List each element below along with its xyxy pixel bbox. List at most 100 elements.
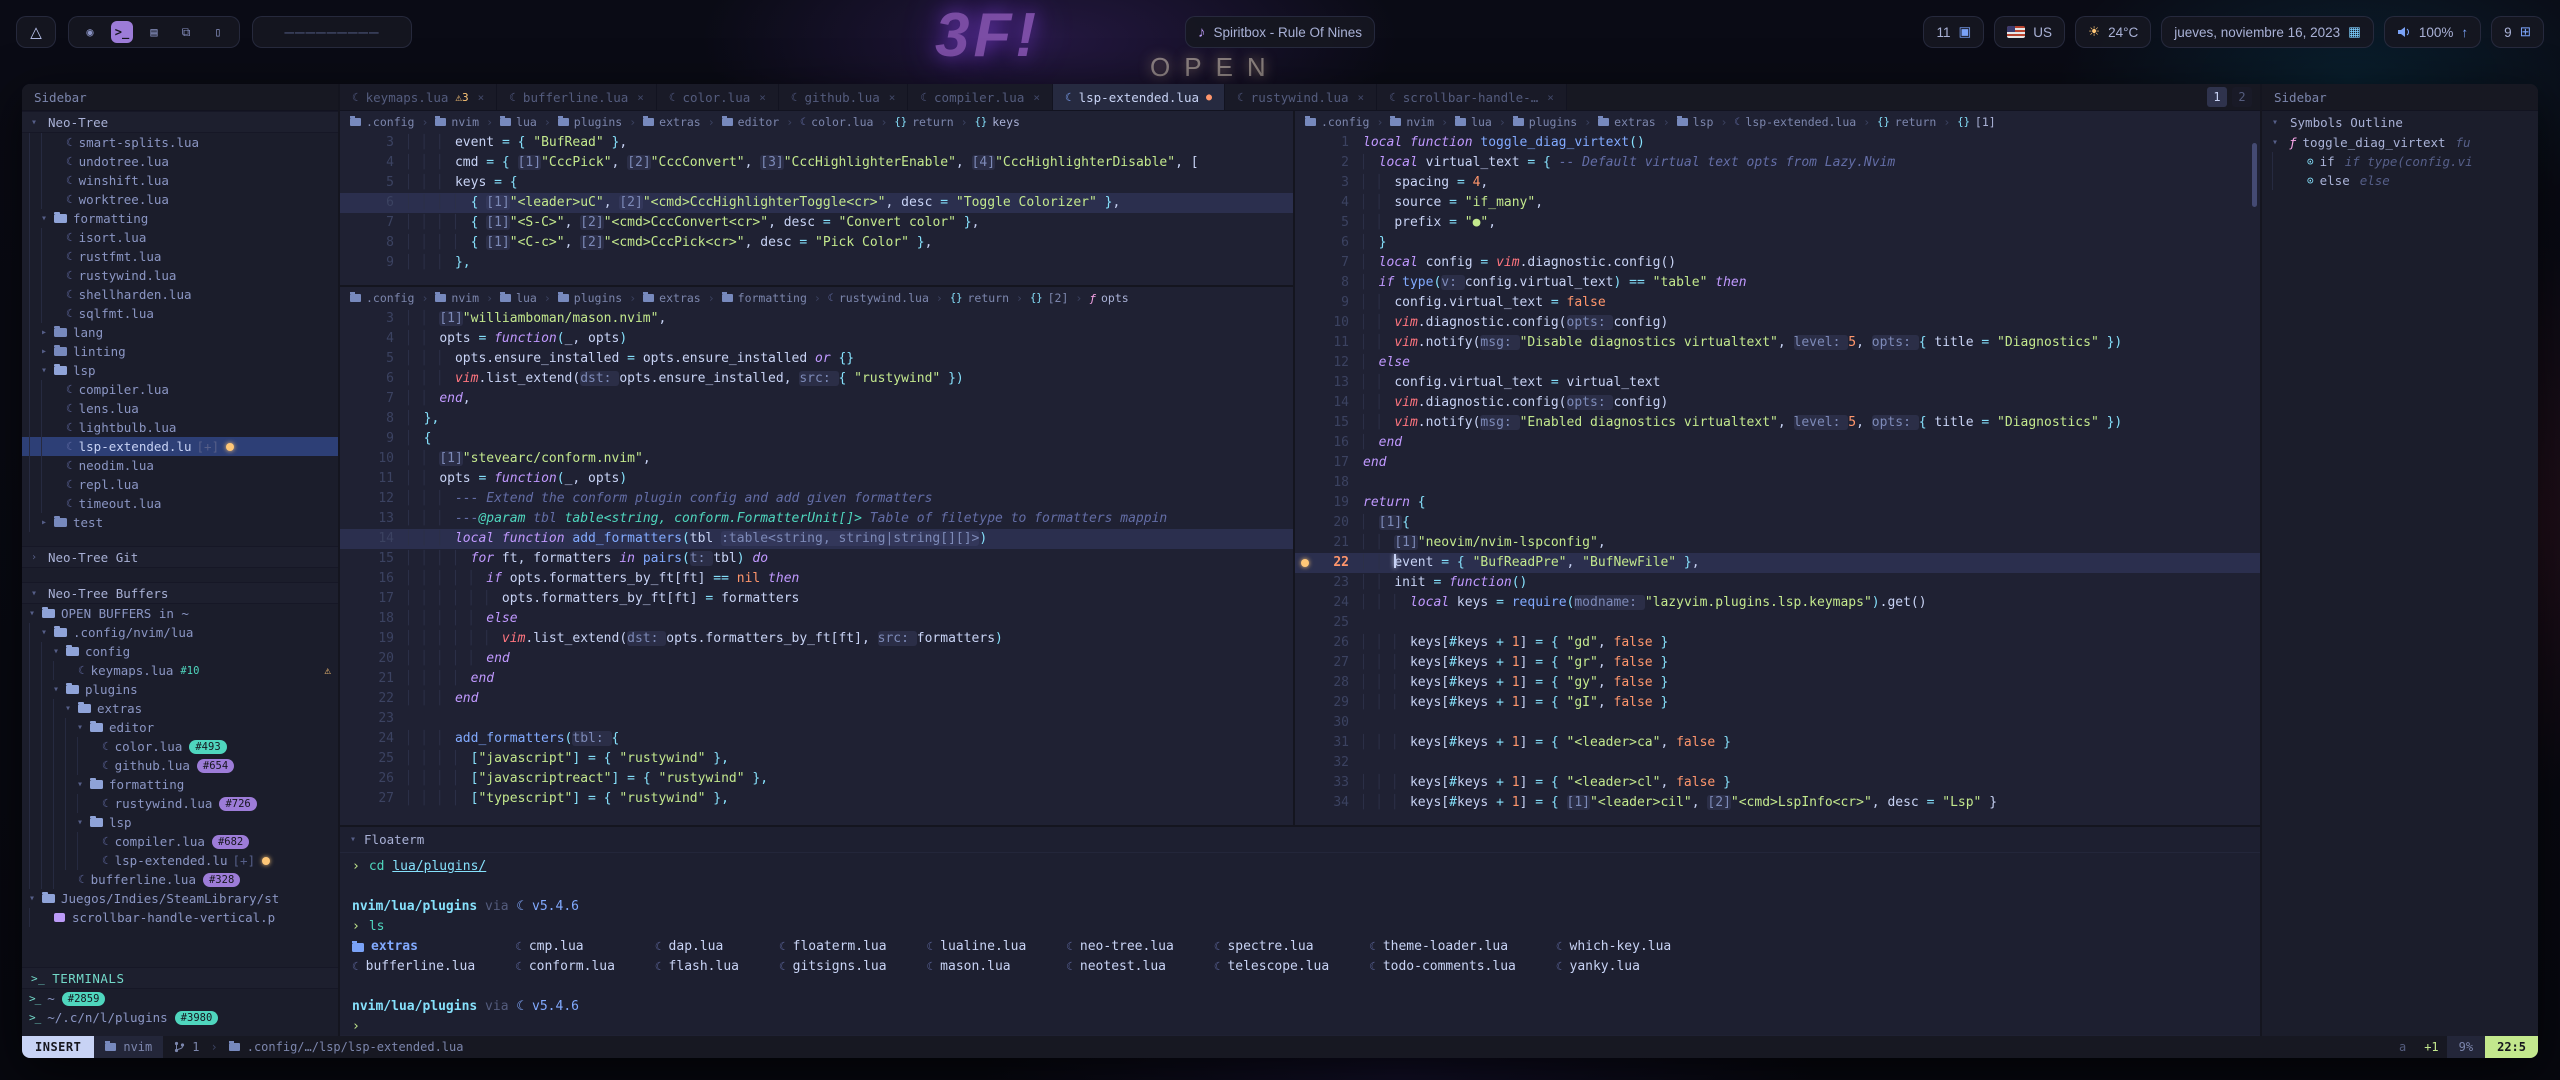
code-line[interactable]: 24▏ ▏ ▏ add_formatters(tbl: { bbox=[340, 729, 1293, 749]
tree-item[interactable]: ▾extras bbox=[22, 699, 338, 718]
tree-item[interactable]: ☾lsp-extended.lu[+] bbox=[22, 437, 338, 456]
code-line[interactable]: 33▏ ▏ ▏ keys[#keys + 1] = { "<leader>cl"… bbox=[1295, 773, 2260, 793]
close-icon[interactable]: × bbox=[1033, 91, 1040, 104]
code-line[interactable]: 22▏ ▏ event = { "BufReadPre", "BufNewFil… bbox=[1295, 553, 2260, 573]
code-line[interactable]: 27▏ ▏ ▏ ▏ ["typescript"] = { "rustywind"… bbox=[340, 789, 1293, 809]
browser-icon[interactable]: ◉ bbox=[79, 21, 101, 43]
tree-item[interactable]: ▾lsp bbox=[22, 361, 338, 380]
weather-widget[interactable]: ☀ 24°C bbox=[2075, 16, 2151, 48]
tabpage-number[interactable]: 1 bbox=[2207, 87, 2227, 107]
code-line[interactable]: 11▏ ▏ opts = function(_, opts) bbox=[340, 469, 1293, 489]
tree-item[interactable]: scrollbar-handle-vertical.p bbox=[22, 908, 338, 927]
tree-item[interactable]: ☾winshift.lua bbox=[22, 171, 338, 190]
neotree-buffers-section-header[interactable]: ▾ Neo-Tree Buffers bbox=[22, 582, 338, 604]
tree-item[interactable]: ☾timeout.lua bbox=[22, 494, 338, 513]
code-line[interactable]: 17end bbox=[1295, 453, 2260, 473]
tree-item[interactable]: ▾formatting bbox=[22, 775, 338, 794]
code-line[interactable]: 4▏ ▏ opts = function(_, opts) bbox=[340, 329, 1293, 349]
code-line[interactable]: 11▏ ▏ vim.notify(msg: "Disable diagnosti… bbox=[1295, 333, 2260, 353]
code-line[interactable]: 25▏ ▏ ▏ ▏ ["javascript"] = { "rustywind"… bbox=[340, 749, 1293, 769]
code-line[interactable]: 24▏ ▏ ▏ local keys = require(modname: "l… bbox=[1295, 593, 2260, 613]
tree-item[interactable]: >_~/.c/n/l/plugins#3980 bbox=[22, 1008, 338, 1027]
code-line[interactable]: 3▏ ▏ [1]"williamboman/mason.nvim", bbox=[340, 309, 1293, 329]
code-line[interactable]: 23 bbox=[340, 709, 1293, 729]
workspaces-widget[interactable]: 9 ⊞ bbox=[2491, 16, 2544, 48]
terminal-icon[interactable]: >_ bbox=[111, 21, 133, 43]
tree-item[interactable]: ☾undotree.lua bbox=[22, 152, 338, 171]
code-line[interactable]: 5▏ ▏ ▏ keys = { bbox=[340, 173, 1293, 193]
tree-item[interactable]: ☾compiler.lua bbox=[22, 380, 338, 399]
tree-item[interactable]: ☾github.lua#654 bbox=[22, 756, 338, 775]
code-line[interactable]: 20▏ [1]{ bbox=[1295, 513, 2260, 533]
tree-item[interactable]: ☾lightbulb.lua bbox=[22, 418, 338, 437]
tree-item[interactable]: ☾bufferline.lua#328 bbox=[22, 870, 338, 889]
code-line[interactable]: 30 bbox=[1295, 713, 2260, 733]
code-line[interactable]: 19▏ ▏ ▏ ▏ ▏ ▏ vim.list_extend(dst: opts.… bbox=[340, 629, 1293, 649]
code-line[interactable]: 26▏ ▏ ▏ ▏ ["javascriptreact"] = { "rusty… bbox=[340, 769, 1293, 789]
tree-item[interactable]: ☾isort.lua bbox=[22, 228, 338, 247]
tabpage-number[interactable]: 2 bbox=[2232, 87, 2252, 107]
code-line[interactable]: 3▏ ▏ ▏ event = { "BufRead" }, bbox=[340, 133, 1293, 153]
tree-item[interactable]: ▾config bbox=[22, 642, 338, 661]
code-line[interactable]: 3▏ ▏ spacing = 4, bbox=[1295, 173, 2260, 193]
code-line[interactable]: 7▏ ▏ ▏ ▏ { [1]"<S-C>", [2]"<cmd>CccConve… bbox=[340, 213, 1293, 233]
close-icon[interactable]: × bbox=[478, 91, 485, 104]
tree-item[interactable]: ▾.config/nvim/lua bbox=[22, 623, 338, 642]
code-line[interactable]: 22▏ ▏ ▏ end bbox=[340, 689, 1293, 709]
code-line[interactable]: 6▏ ▏ ▏ ▏ { [1]"<leader>uC", [2]"<cmd>Ccc… bbox=[340, 193, 1293, 213]
code-line[interactable]: 21▏ ▏ [1]"neovim/nvim-lspconfig", bbox=[1295, 533, 2260, 553]
code-line[interactable]: 25 bbox=[1295, 613, 2260, 633]
buffer-tab[interactable]: ☾keymaps.lua⚠3× bbox=[340, 84, 497, 110]
close-icon[interactable]: × bbox=[1358, 91, 1365, 104]
outline-item[interactable]: ▾ƒtoggle_diag_virtextfu bbox=[2262, 133, 2538, 152]
terminals-section-header[interactable]: >_ TERMINALS bbox=[22, 967, 338, 989]
tree-item[interactable]: ☾rustfmt.lua bbox=[22, 247, 338, 266]
outline-item[interactable]: ⊙elseelse bbox=[2262, 171, 2538, 190]
code-line[interactable]: 9▏ ▏ ▏ }, bbox=[340, 253, 1293, 273]
floaterm-header[interactable]: ▾ Floaterm bbox=[340, 827, 2260, 853]
tree-item[interactable]: ☾lens.lua bbox=[22, 399, 338, 418]
code-line[interactable]: 19return { bbox=[1295, 493, 2260, 513]
tree-item[interactable]: ☾compiler.lua#682 bbox=[22, 832, 338, 851]
code-line[interactable]: 6▏ ▏ ▏ vim.list_extend(dst: opts.ensure_… bbox=[340, 369, 1293, 389]
code-line[interactable]: 23▏ ▏ init = function() bbox=[1295, 573, 2260, 593]
volume-widget[interactable]: 100% ↑ bbox=[2384, 16, 2481, 48]
tree-item[interactable]: ☾smart-splits.lua bbox=[22, 133, 338, 152]
code-line[interactable]: 28▏ ▏ ▏ keys[#keys + 1] = { "gy", false … bbox=[1295, 673, 2260, 693]
code-line[interactable]: 20▏ ▏ ▏ ▏ ▏ end bbox=[340, 649, 1293, 669]
music-widget[interactable]: ♪ Spiritbox - Rule Of Nines bbox=[1185, 16, 1375, 48]
tree-item[interactable]: ☾repl.lua bbox=[22, 475, 338, 494]
notes-icon[interactable]: ▯ bbox=[207, 21, 229, 43]
tree-item[interactable]: ▾OPEN BUFFERS in ~ bbox=[22, 604, 338, 623]
code-line[interactable]: 31▏ ▏ ▏ keys[#keys + 1] = { "<leader>ca"… bbox=[1295, 733, 2260, 753]
code-line[interactable]: 18▏ ▏ ▏ ▏ ▏ else bbox=[340, 609, 1293, 629]
tree-item[interactable]: ▸linting bbox=[22, 342, 338, 361]
tree-item[interactable]: ▾lsp bbox=[22, 813, 338, 832]
code-line[interactable]: 15▏ ▏ vim.notify(msg: "Enabled diagnosti… bbox=[1295, 413, 2260, 433]
code-line[interactable]: 9▏ ▏ config.virtual_text = false bbox=[1295, 293, 2260, 313]
code-line[interactable]: 10▏ ▏ [1]"stevearc/conform.nvim", bbox=[340, 449, 1293, 469]
code-line[interactable]: 7▏ local config = vim.diagnostic.config(… bbox=[1295, 253, 2260, 273]
code-line[interactable]: 8▏ ▏ ▏ ▏ { [1]"<C-c>", [2]"<cmd>CccPick<… bbox=[340, 233, 1293, 253]
buffer-tab[interactable]: ☾color.lua× bbox=[657, 84, 779, 110]
neotree-section-header[interactable]: ▾ Neo-Tree bbox=[22, 111, 338, 133]
tree-item[interactable]: ▾plugins bbox=[22, 680, 338, 699]
code-line[interactable]: 4▏ ▏ ▏ cmd = { [1]"CccPick", [2]"CccConv… bbox=[340, 153, 1293, 173]
code-line[interactable]: 5▏ ▏ prefix = "●", bbox=[1295, 213, 2260, 233]
tree-item[interactable]: ▸lang bbox=[22, 323, 338, 342]
code-line[interactable]: 17▏ ▏ ▏ ▏ ▏ ▏ opts.formatters_by_ft[ft] … bbox=[340, 589, 1293, 609]
clock-widget[interactable]: jueves, noviembre 16, 2023 ▦ bbox=[2161, 16, 2374, 48]
code-line[interactable]: 4▏ ▏ source = "if_many", bbox=[1295, 193, 2260, 213]
git-branch-segment[interactable]: 1 bbox=[163, 1036, 210, 1058]
code-line[interactable]: 9▏ { bbox=[340, 429, 1293, 449]
code-line[interactable]: 27▏ ▏ ▏ keys[#keys + 1] = { "gr", false … bbox=[1295, 653, 2260, 673]
code-line[interactable]: 2▏ local virtual_text = { -- Default vir… bbox=[1295, 153, 2260, 173]
terminal-output[interactable]: ›cd lua/plugins/nvim/lua/plugins via ☾ v… bbox=[340, 853, 2260, 1041]
tree-item[interactable]: ☾keymaps.lua#10⚠ bbox=[22, 661, 338, 680]
code-line[interactable]: 1local function toggle_diag_virtext() bbox=[1295, 133, 2260, 153]
close-icon[interactable]: × bbox=[889, 91, 896, 104]
tree-item[interactable]: ▾Juegos/Indies/SteamLibrary/st bbox=[22, 889, 338, 908]
code-line[interactable]: 6▏ } bbox=[1295, 233, 2260, 253]
tree-item[interactable]: ☾neodim.lua bbox=[22, 456, 338, 475]
code-line[interactable]: 29▏ ▏ ▏ keys[#keys + 1] = { "gI", false … bbox=[1295, 693, 2260, 713]
